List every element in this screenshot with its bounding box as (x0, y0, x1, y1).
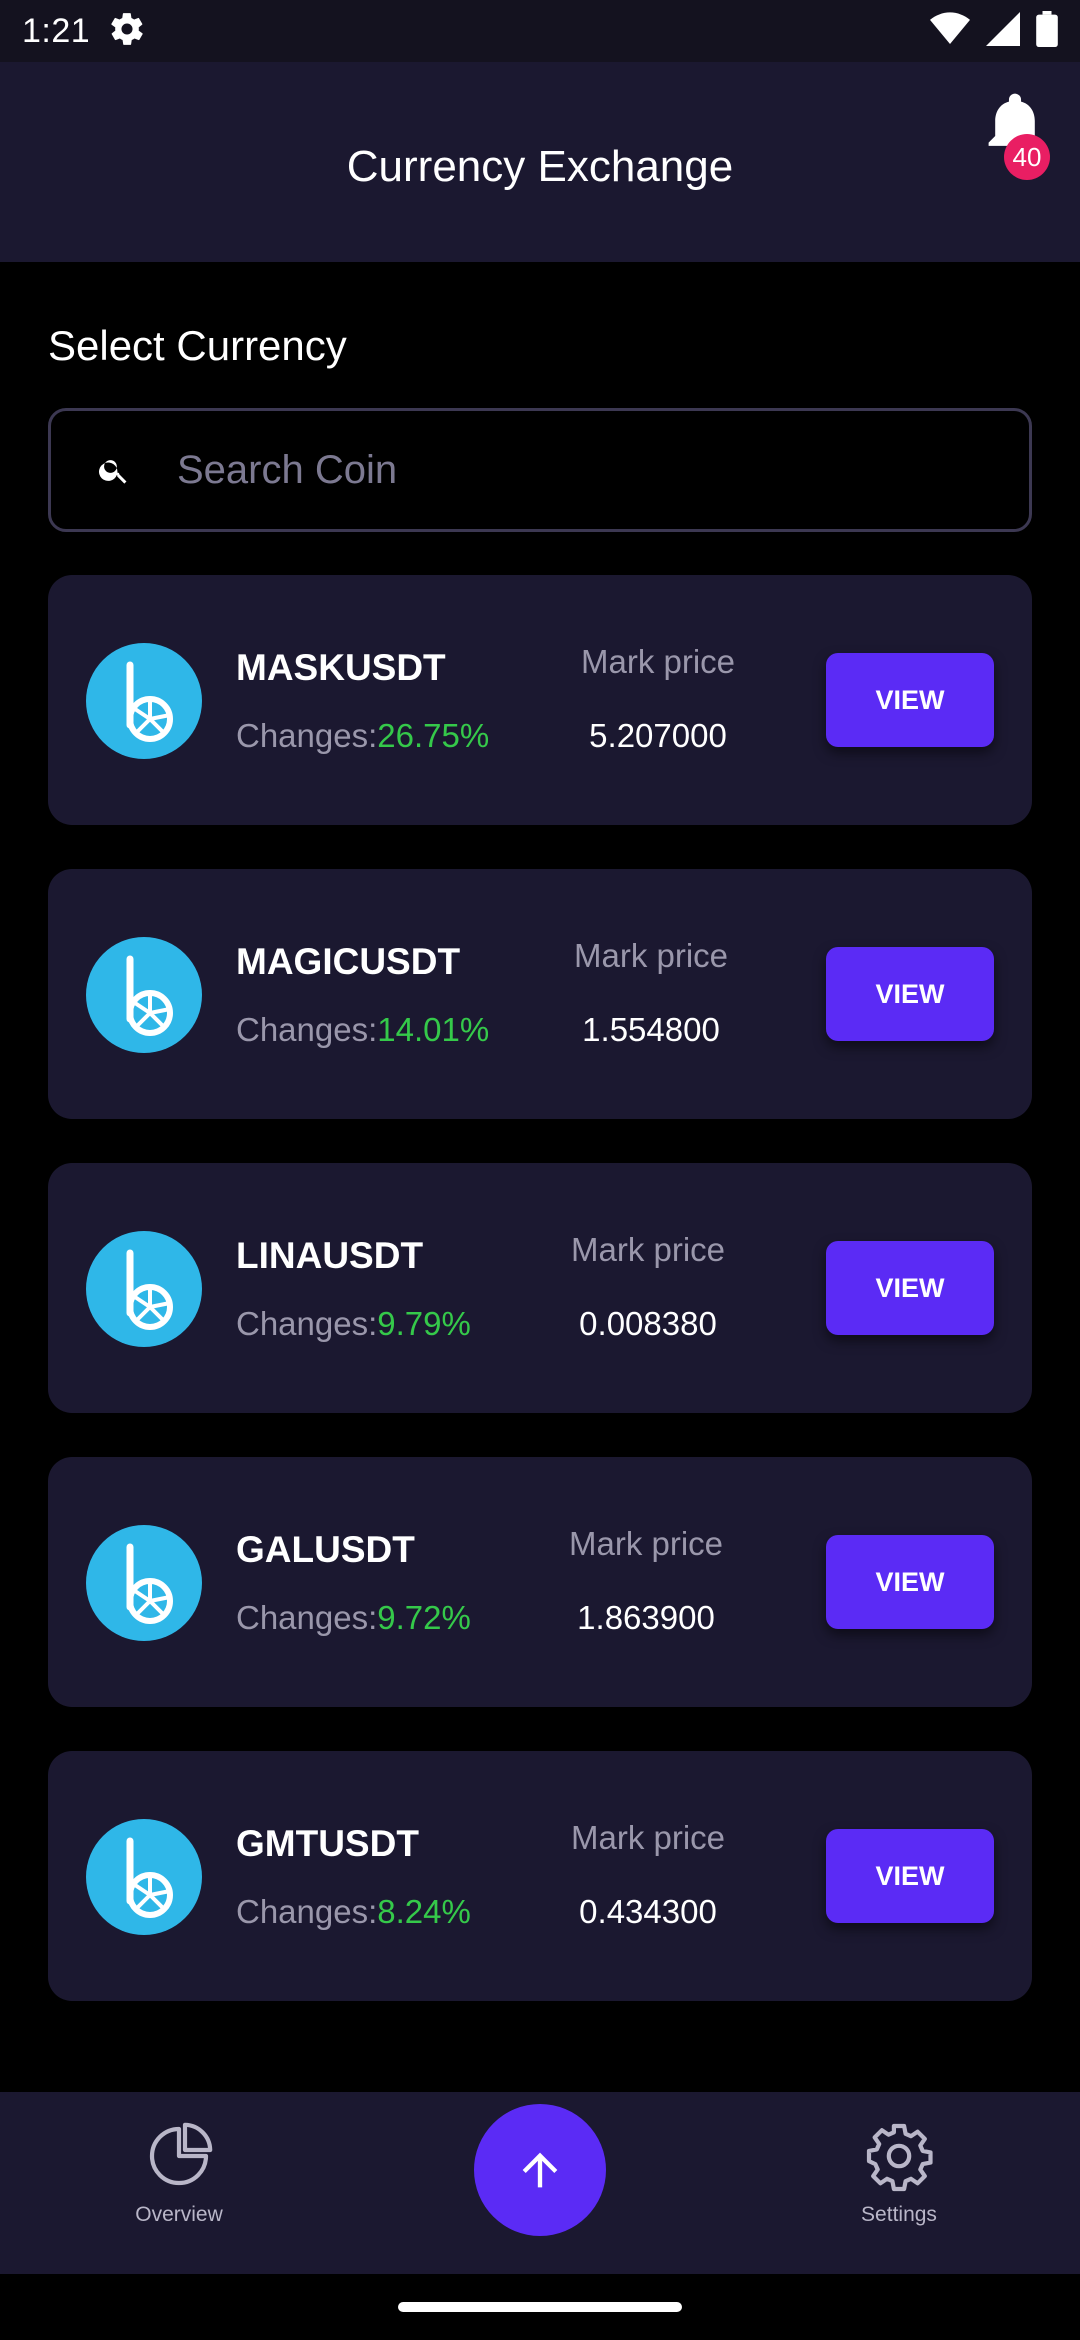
coin-symbol: GALUSDT (236, 1529, 415, 1570)
coin-card-linausdt: LINAUSDT Changes:9.79% Mark price 0.0083… (48, 1163, 1032, 1413)
nav-overview-label: Overview (135, 2203, 223, 2226)
page-title: Currency Exchange (346, 142, 734, 191)
coin-card-gmtusdt: GMTUSDT Changes:8.24% Mark price 0.43430… (48, 1751, 1032, 2001)
scroll-up-fab[interactable] (474, 2104, 606, 2236)
change-value: 26.75% (377, 717, 490, 754)
mark-price-value: 5.207000 (589, 717, 727, 754)
section-title: Select Currency (48, 322, 347, 369)
view-button[interactable]: VIEW (826, 653, 994, 747)
status-bar: 1:21 (0, 0, 1080, 62)
bitshares-logo-icon (86, 643, 202, 759)
status-time: 1:21 (22, 11, 91, 50)
mark-price-label: Mark price (568, 1525, 724, 1562)
nav-overview[interactable]: Overview (79, 2120, 279, 2227)
mark-price-value: 1.554800 (582, 1011, 720, 1048)
change-value: 9.79% (377, 1305, 471, 1342)
coin-symbol: MASKUSDT (236, 647, 446, 688)
bitshares-logo-icon (86, 1231, 202, 1347)
change-value: 9.72% (377, 1599, 471, 1636)
settings-gear-icon (108, 10, 146, 53)
view-button[interactable]: VIEW (826, 1829, 994, 1923)
signal-icon (986, 11, 1020, 51)
coin-change: Changes:14.01% (236, 1011, 490, 1048)
coin-symbol: GMTUSDT (236, 1823, 419, 1864)
change-value: 14.01% (377, 1011, 490, 1048)
coin-symbol: LINAUSDT (236, 1235, 424, 1276)
mark-price-label: Mark price (570, 1231, 726, 1268)
view-button[interactable]: VIEW (826, 1241, 994, 1335)
pie-chart-icon (149, 2122, 213, 2186)
battery-icon (1036, 10, 1058, 52)
search-input[interactable] (177, 447, 997, 493)
search-icon (99, 460, 127, 484)
view-button[interactable]: VIEW (826, 947, 994, 1041)
mark-price-value: 0.008380 (579, 1305, 717, 1342)
coin-change: Changes:9.79% (236, 1305, 471, 1342)
bitshares-logo-icon (86, 937, 202, 1053)
coin-symbol: MAGICUSDT (236, 941, 461, 982)
view-button[interactable]: VIEW (826, 1535, 994, 1629)
mark-price-label: Mark price (570, 1819, 726, 1856)
search-box[interactable] (48, 408, 1032, 532)
nav-settings[interactable]: Settings (799, 2120, 999, 2227)
nav-settings-label: Settings (861, 2203, 937, 2226)
change-value: 8.24% (377, 1893, 471, 1930)
coin-change: Changes:9.72% (236, 1599, 471, 1636)
mark-price-value: 0.434300 (579, 1893, 717, 1930)
mark-price-value: 1.863900 (577, 1599, 715, 1636)
gear-icon (866, 2123, 933, 2192)
coin-card-magicusdt: MAGICUSDT Changes:14.01% Mark price 1.55… (48, 869, 1032, 1119)
notification-count-badge: 40 (1004, 134, 1050, 180)
coin-card-galusdt: GALUSDT Changes:9.72% Mark price 1.86390… (48, 1457, 1032, 1707)
app-header: Currency Exchange (0, 62, 1080, 262)
bitshares-logo-icon (86, 1525, 202, 1641)
home-gesture-bar[interactable] (398, 2302, 682, 2312)
coin-change: Changes:8.24% (236, 1893, 471, 1930)
arrow-up-icon (522, 2152, 558, 2188)
coin-card-maskusdt: MASKUSDT Changes:26.75% Mark price 5.207… (48, 575, 1032, 825)
bitshares-logo-icon (86, 1819, 202, 1935)
wifi-icon (930, 11, 970, 51)
coin-change: Changes:26.75% (236, 717, 490, 754)
mark-price-label: Mark price (573, 937, 729, 974)
mark-price-label: Mark price (580, 643, 736, 680)
